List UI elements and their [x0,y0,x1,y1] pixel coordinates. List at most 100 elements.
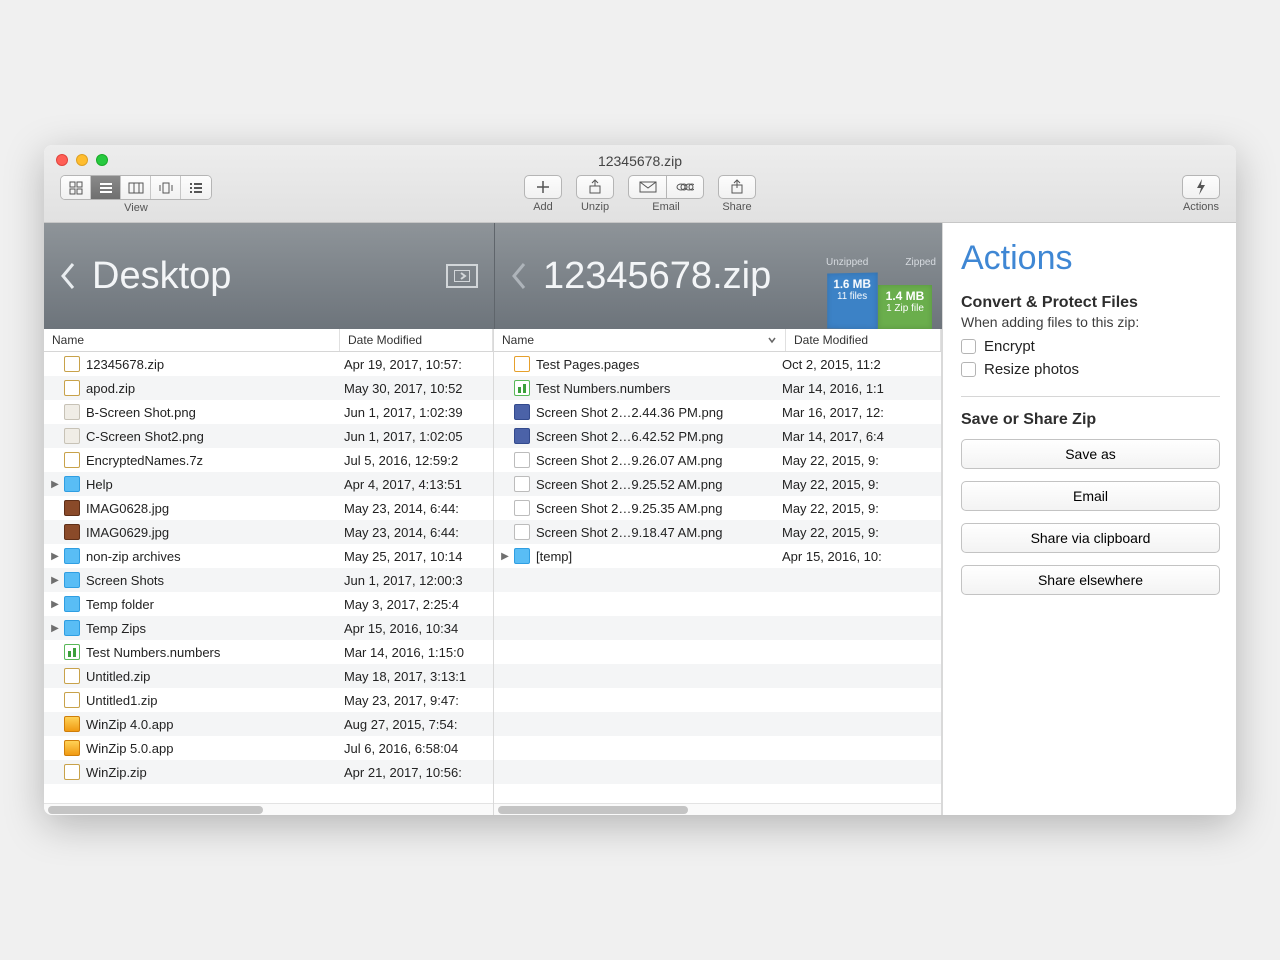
disclosure-triangle[interactable]: ▶ [50,551,60,562]
view-list-button[interactable] [91,176,121,199]
file-row[interactable]: ▶[temp]Apr 15, 2016, 10: [494,544,941,568]
right-file-list: Test Pages.pagesOct 2, 2015, 11:2Test Nu… [494,352,941,803]
file-row[interactable]: Untitled1.zipMay 23, 2017, 9:47: [44,688,493,712]
file-row[interactable]: Screen Shot 2…9.25.52 AM.pngMay 22, 2015… [494,472,941,496]
file-row[interactable]: Test Numbers.numbersMar 14, 2016, 1:1 [494,376,941,400]
file-date: May 22, 2015, 9: [776,525,879,540]
view-mode-segment [60,175,212,200]
email-zip-button[interactable]: Email [961,481,1220,511]
expand-icon [454,270,470,282]
file-date: May 23, 2014, 6:44: [338,501,459,516]
save-as-button[interactable]: Save as [961,439,1220,469]
file-row[interactable]: ▶HelpApr 4, 2017, 4:13:51 [44,472,493,496]
file-row[interactable]: Untitled.zipMay 18, 2017, 3:13:1 [44,664,493,688]
disclosure-triangle[interactable]: ▶ [50,479,60,490]
email-link-button[interactable] [666,175,704,199]
right-col-date[interactable]: Date Modified [786,329,941,351]
toolbar-center: Add Unzip [524,175,756,213]
chevron-left-icon [511,262,527,290]
png-icon [514,500,530,516]
left-scrollbar[interactable] [44,803,493,815]
actions-toolbar-button[interactable] [1182,175,1220,199]
share-button[interactable] [718,175,756,199]
file-row[interactable]: IMAG0629.jpgMay 23, 2014, 6:44: [44,520,493,544]
email-label: Email [628,201,704,213]
window-title: 12345678.zip [54,151,1226,173]
share-elsewhere-button[interactable]: Share elsewhere [961,565,1220,595]
disclosure-triangle[interactable]: ▶ [500,551,510,562]
sort-desc-icon [767,335,777,345]
empty-row [494,736,941,760]
divider [961,396,1220,397]
view-columns-button[interactable] [121,176,151,199]
right-scrollbar[interactable] [494,803,941,815]
file-row[interactable]: C-Screen Shot2.pngJun 1, 2017, 1:02:05 [44,424,493,448]
zip-icon [64,764,80,780]
disclosure-triangle[interactable]: ▶ [50,575,60,586]
file-row[interactable]: apod.zipMay 30, 2017, 10:52 [44,376,493,400]
file-row[interactable]: B-Screen Shot.pngJun 1, 2017, 1:02:39 [44,400,493,424]
file-row[interactable]: Screen Shot 2…9.26.07 AM.pngMay 22, 2015… [494,448,941,472]
encrypt-checkbox[interactable]: Encrypt [961,338,1220,355]
file-row[interactable]: IMAG0628.jpgMay 23, 2014, 6:44: [44,496,493,520]
columns-icon [128,182,144,194]
file-row[interactable]: ▶non-zip archivesMay 25, 2017, 10:14 [44,544,493,568]
file-row[interactable]: Screen Shot 2…2.44.36 PM.pngMar 16, 2017… [494,400,941,424]
convert-protect-title: Convert & Protect Files [961,294,1220,312]
view-detail-button[interactable] [181,176,211,199]
file-row[interactable]: Test Numbers.numbersMar 14, 2016, 1:15:0 [44,640,493,664]
file-name: non-zip archives [86,549,338,564]
convert-protect-sub: When adding files to this zip: [961,314,1220,330]
view-icons-button[interactable] [61,176,91,199]
add-button[interactable] [524,175,562,199]
empty-row [494,592,941,616]
file-row[interactable]: Screen Shot 2…6.42.52 PM.pngMar 14, 2017… [494,424,941,448]
file-row[interactable]: WinZip.zipApr 21, 2017, 10:56: [44,760,493,784]
minimize-window-button[interactable] [76,154,88,166]
file-name: Screen Shot 2…2.44.36 PM.png [536,405,776,420]
file-name: Test Pages.pages [536,357,776,372]
empty-row [494,688,941,712]
left-col-date[interactable]: Date Modified [340,329,493,351]
view-coverflow-button[interactable] [151,176,181,199]
right-col-name[interactable]: Name [494,329,786,351]
file-name: Screen Shot 2…9.25.52 AM.png [536,477,776,492]
file-row[interactable]: ▶Screen ShotsJun 1, 2017, 12:00:3 [44,568,493,592]
left-col-name[interactable]: Name [44,329,340,351]
file-row[interactable]: Screen Shot 2…9.25.35 AM.pngMay 22, 2015… [494,496,941,520]
left-expand-button[interactable] [446,264,478,288]
resize-photos-checkbox[interactable]: Resize photos [961,361,1220,378]
file-row[interactable]: Screen Shot 2…9.18.47 AM.pngMay 22, 2015… [494,520,941,544]
lightning-icon [1195,179,1207,195]
empty-row [494,664,941,688]
close-window-button[interactable] [56,154,68,166]
file-name: 12345678.zip [86,357,338,372]
file-name: Screen Shot 2…9.26.07 AM.png [536,453,776,468]
file-row[interactable]: WinZip 5.0.appJul 6, 2016, 6:58:04 [44,736,493,760]
file-name: Screen Shot 2…9.25.35 AM.png [536,501,776,516]
left-back-button[interactable] [60,259,80,293]
empty-row [494,616,941,640]
file-date: May 22, 2015, 9: [776,453,879,468]
share-clipboard-button[interactable]: Share via clipboard [961,523,1220,553]
unzipped-header: Unzipped [826,257,868,268]
fullscreen-window-button[interactable] [96,154,108,166]
file-row[interactable]: ▶Temp ZipsApr 15, 2016, 10:34 [44,616,493,640]
png2-icon [514,404,530,420]
disclosure-triangle[interactable]: ▶ [50,623,60,634]
file-name: Screen Shot 2…9.18.47 AM.png [536,525,776,540]
file-row[interactable]: WinZip 4.0.appAug 27, 2015, 7:54: [44,712,493,736]
unzip-button[interactable] [576,175,614,199]
file-row[interactable]: Test Pages.pagesOct 2, 2015, 11:2 [494,352,941,376]
app-window: 12345678.zip [44,145,1236,815]
file-row[interactable]: EncryptedNames.7zJul 5, 2016, 12:59:2 [44,448,493,472]
disclosure-triangle[interactable]: ▶ [50,599,60,610]
file-row[interactable]: ▶Temp folderMay 3, 2017, 2:25:4 [44,592,493,616]
location-row: Desktop 12345678.zip Unzipped Zipped [44,223,942,329]
file-date: May 30, 2017, 10:52 [338,381,463,396]
email-button[interactable] [628,175,666,199]
file-row[interactable]: 12345678.zipApr 19, 2017, 10:57: [44,352,493,376]
zipped-size: 1.4 MB [884,289,926,303]
right-back-button[interactable] [511,259,531,293]
file-date: Apr 15, 2016, 10: [776,549,882,564]
